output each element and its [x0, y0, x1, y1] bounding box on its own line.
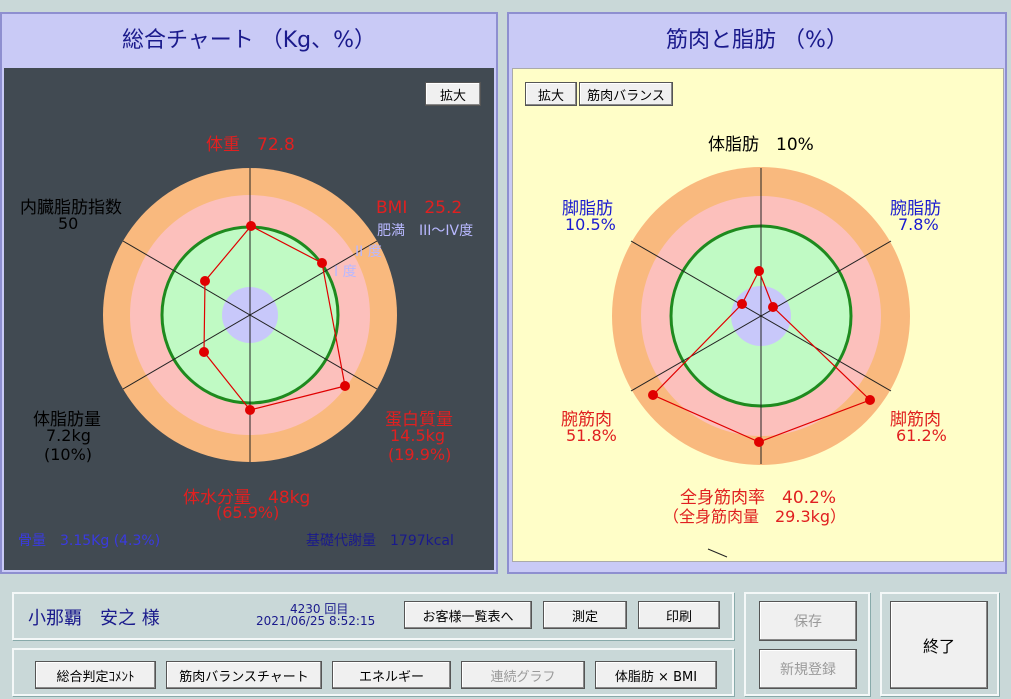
obesity-3-4-label: 肥満 III〜IV度 [377, 223, 474, 239]
protein-pct: (19.9%) [388, 445, 452, 464]
point-fat [199, 347, 209, 357]
arm-muscle-value: 51.8% [566, 426, 617, 445]
point-body-fat [754, 266, 764, 276]
measure-button[interactable]: 測定 [543, 601, 627, 629]
overall-comment-button[interactable]: 総合判定ｺﾒﾝﾄ [35, 661, 156, 689]
point-bmi [317, 258, 327, 268]
stray-mark [707, 548, 728, 558]
measure-datetime: 2021/06/25 8:52:15 [256, 614, 376, 628]
new-register-button[interactable]: 新規登録 [759, 649, 857, 689]
print-button[interactable]: 印刷 [638, 601, 720, 629]
arm-fat-value: 7.8% [898, 215, 939, 234]
obesity-2-label: II 度 [355, 244, 382, 260]
bmi-label: BMI 25.2 [376, 198, 463, 218]
energy-button[interactable]: エネルギー [332, 661, 451, 689]
leg-muscle-value: 61.2% [896, 426, 947, 445]
point-weight [246, 221, 256, 231]
fat-mass-pct: (10%) [44, 445, 93, 464]
body-fat-label: 体脂肪 10% [708, 135, 814, 155]
weight-label: 体重 72.8 [206, 135, 295, 155]
bmr-label: 基礎代謝量 1797kcal [306, 533, 454, 549]
point-leg-muscle [865, 395, 875, 405]
point-protein [340, 381, 350, 391]
muscle-balance-chart-button[interactable]: 筋肉バランスチャート [166, 661, 322, 689]
point-arm-muscle [648, 390, 658, 400]
point-total-muscle [754, 437, 764, 447]
visceral-fat-value: 50 [58, 214, 79, 233]
save-button[interactable]: 保存 [759, 601, 857, 641]
continuous-graph-button[interactable]: 連続グラフ [461, 661, 585, 689]
leg-fat-value: 10.5% [565, 215, 616, 234]
total-muscle-mass: （全身筋肉量 29.3kg） [663, 507, 847, 526]
bone-mass-label: 骨量 3.15Kg (4.3%) [18, 533, 161, 549]
customer-list-button[interactable]: お客様一覧表へ [404, 601, 532, 629]
fat-mass-value: 7.2kg [46, 426, 91, 445]
customer-name: 小那覇 安之 様 [28, 608, 160, 629]
water-pct: (65.9%) [216, 503, 280, 522]
exit-button[interactable]: 終了 [890, 601, 988, 689]
protein-value: 14.5kg [390, 426, 446, 445]
point-arm-fat [768, 302, 778, 312]
obesity-1-label: I 度 [334, 264, 357, 280]
point-visceral [200, 276, 210, 286]
point-leg-fat [737, 299, 747, 309]
point-water [245, 405, 255, 415]
body-fat-bmi-button[interactable]: 体脂肪 × BMI [595, 661, 717, 689]
